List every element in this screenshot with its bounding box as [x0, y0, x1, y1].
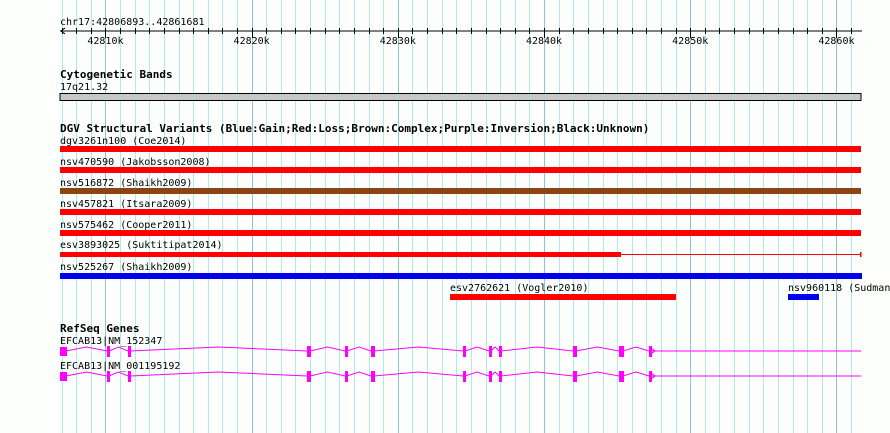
location-label: chr17:42806893..42861681	[60, 17, 205, 28]
exon	[371, 371, 375, 382]
variant-label: nsv575462 (Cooper2011)	[60, 220, 192, 231]
variant-label: nsv960118 (Sudman	[788, 283, 890, 294]
transcript-model[interactable]	[60, 346, 861, 357]
intron-line	[65, 346, 650, 352]
variant-bar[interactable]	[60, 146, 861, 152]
transcript-label: EFCAB13|NM_001195192	[60, 361, 180, 372]
exon	[60, 347, 67, 356]
genome-browser-canvas: chr17:42806893..42861681 42810k 42820k 4…	[59, 0, 890, 433]
band-label: 17q21.32	[60, 82, 108, 93]
ruler-tick-labels: 42810k 42820k 42830k 42840k 42850k 42860…	[87, 36, 854, 47]
variant-label: nsv525267 (Shaikh2009)	[60, 262, 192, 273]
variant-label: nsv516872 (Shaikh2009)	[60, 178, 192, 189]
exon	[107, 346, 110, 357]
tick-label: 42830k	[380, 36, 416, 47]
variant-label: nsv457821 (Itsara2009)	[60, 199, 192, 210]
exon	[60, 372, 67, 381]
exon	[128, 346, 131, 357]
variant-bar[interactable]	[60, 273, 862, 279]
variant-label: esv2762621 (Vogler2010)	[450, 283, 588, 294]
intron-line	[65, 371, 650, 377]
track-title: DGV Structural Variants (Blue:Gain;Red:L…	[60, 122, 649, 135]
exon	[128, 371, 131, 382]
variant-bar[interactable]	[60, 167, 861, 173]
variant-bar[interactable]	[60, 188, 861, 194]
exon	[649, 371, 652, 382]
exon	[345, 371, 348, 382]
exon	[307, 346, 311, 357]
exon	[499, 346, 502, 357]
tick-label: 42850k	[672, 36, 708, 47]
cytogenetic-bands-track: Cytogenetic Bands 17q21.32	[59, 68, 862, 101]
transcript-label: EFCAB13|NM_152347	[60, 336, 162, 347]
track-title: RefSeq Genes	[60, 322, 139, 335]
refseq-genes-track: RefSeq Genes EFCAB13|NM_152347 EFCAB13|N…	[60, 322, 861, 382]
exon	[619, 371, 624, 382]
grid-lines	[62, 0, 852, 433]
tick-label: 42860k	[818, 36, 854, 47]
tick-label: 42820k	[234, 36, 270, 47]
exon	[307, 371, 311, 382]
variant-label: nsv470590 (Jakobsson2008)	[60, 157, 211, 168]
exon	[345, 346, 348, 357]
variant-bar[interactable]	[60, 230, 861, 236]
exon	[489, 346, 492, 357]
variant-bar[interactable]	[60, 252, 862, 257]
exon	[619, 346, 624, 357]
exon	[489, 371, 492, 382]
variant-bar[interactable]	[788, 294, 819, 300]
exon	[463, 346, 466, 357]
dgv-track: DGV Structural Variants (Blue:Gain;Red:L…	[60, 122, 890, 300]
exon	[107, 371, 110, 382]
variant-label: esv3893025 (Suktitipat2014)	[60, 240, 223, 251]
exon	[463, 371, 466, 382]
exon	[371, 346, 375, 357]
transcript-model[interactable]	[60, 371, 861, 382]
tick-label: 42840k	[526, 36, 562, 47]
exon	[649, 346, 652, 357]
exon	[573, 346, 577, 357]
track-title: Cytogenetic Bands	[60, 68, 173, 81]
variant-label: dgv3261n100 (Coe2014)	[60, 136, 186, 147]
variant-bar[interactable]	[60, 209, 861, 215]
ruler[interactable]: chr17:42806893..42861681 42810k 42820k 4…	[60, 17, 862, 47]
exon	[573, 371, 577, 382]
variant-bar[interactable]	[450, 294, 676, 300]
tick-label: 42810k	[87, 36, 123, 47]
exon	[499, 371, 502, 382]
cytoband-bar[interactable]	[59, 93, 862, 101]
